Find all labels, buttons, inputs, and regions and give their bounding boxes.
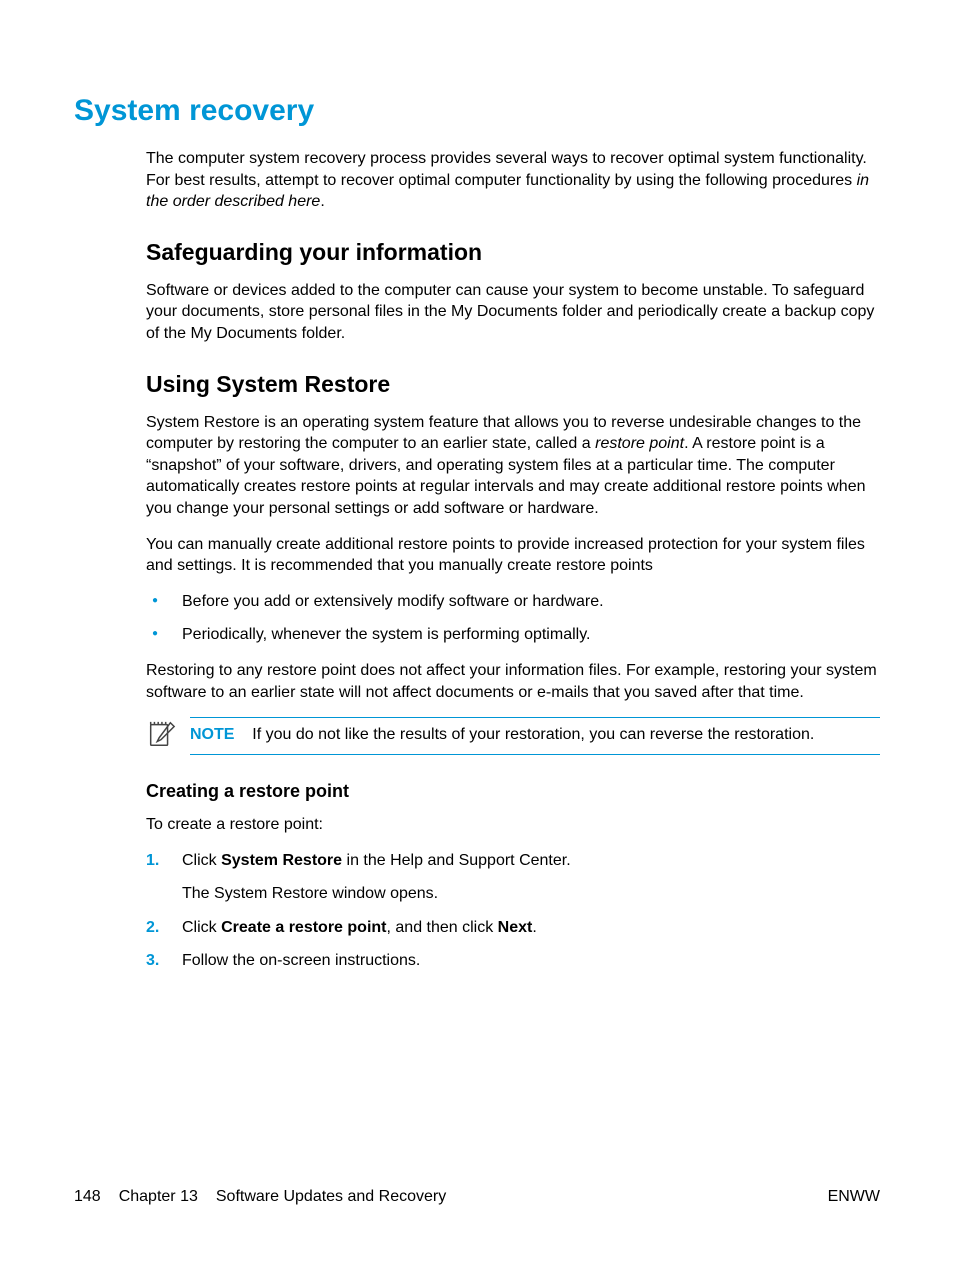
chapter-title: Software Updates and Recovery — [216, 1188, 446, 1206]
intro-text-c: . — [320, 193, 324, 210]
body-indent: The computer system recovery process pro… — [146, 148, 880, 972]
section-restore-p3: Restoring to any restore point does not … — [146, 660, 880, 703]
section-safeguarding-body: Software or devices added to the compute… — [146, 280, 880, 345]
bullet-item: Periodically, whenever the system is per… — [146, 624, 880, 646]
note-label: NOTE — [190, 726, 234, 743]
restore-p1b: restore point — [595, 435, 684, 452]
chapter-label: Chapter 13 — [119, 1188, 198, 1206]
step-item: Follow the on-screen instructions. — [146, 950, 880, 972]
step-text: , and then click — [387, 919, 498, 936]
intro-paragraph: The computer system recovery process pro… — [146, 148, 880, 213]
step-bold: Next — [498, 919, 533, 936]
note-block: NOTE If you do not like the results of y… — [146, 717, 880, 755]
page-number: 148 — [74, 1188, 101, 1206]
section-restore-p2: You can manually create additional resto… — [146, 534, 880, 577]
step-text: Click — [182, 852, 221, 869]
step-bold: System Restore — [221, 852, 342, 869]
step-bold: Create a restore point — [221, 919, 386, 936]
section-restore-heading: Using System Restore — [146, 371, 880, 398]
note-content: NOTE If you do not like the results of y… — [190, 717, 880, 755]
step-item: Click Create a restore point, and then c… — [146, 917, 880, 939]
bullet-list: Before you add or extensively modify sof… — [146, 591, 880, 646]
page-footer: 148 Chapter 13 Software Updates and Reco… — [74, 1188, 880, 1206]
step-text: . — [532, 919, 536, 936]
footer-right: ENWW — [828, 1188, 880, 1206]
document-page: System recovery The computer system reco… — [0, 0, 954, 1270]
page-title: System recovery — [74, 94, 880, 128]
section-safeguarding-heading: Safeguarding your information — [146, 239, 880, 266]
subsection-heading: Creating a restore point — [146, 781, 880, 802]
section-restore-p1: System Restore is an operating system fe… — [146, 412, 880, 520]
note-text — [239, 726, 252, 743]
ordered-steps: Click System Restore in the Help and Sup… — [146, 850, 880, 972]
step-text: Click — [182, 919, 221, 936]
bullet-item: Before you add or extensively modify sof… — [146, 591, 880, 613]
content-area: System recovery The computer system reco… — [74, 94, 880, 986]
intro-text-a: The computer system recovery process pro… — [146, 150, 867, 189]
footer-left: 148 Chapter 13 Software Updates and Reco… — [74, 1188, 446, 1206]
step-subbody: The System Restore window opens. — [182, 883, 880, 905]
step-text: in the Help and Support Center. — [342, 852, 571, 869]
note-icon — [146, 717, 190, 754]
step-item: Click System Restore in the Help and Sup… — [146, 850, 880, 905]
subsection-intro: To create a restore point: — [146, 814, 880, 836]
note-body: If you do not like the results of your r… — [252, 726, 814, 743]
